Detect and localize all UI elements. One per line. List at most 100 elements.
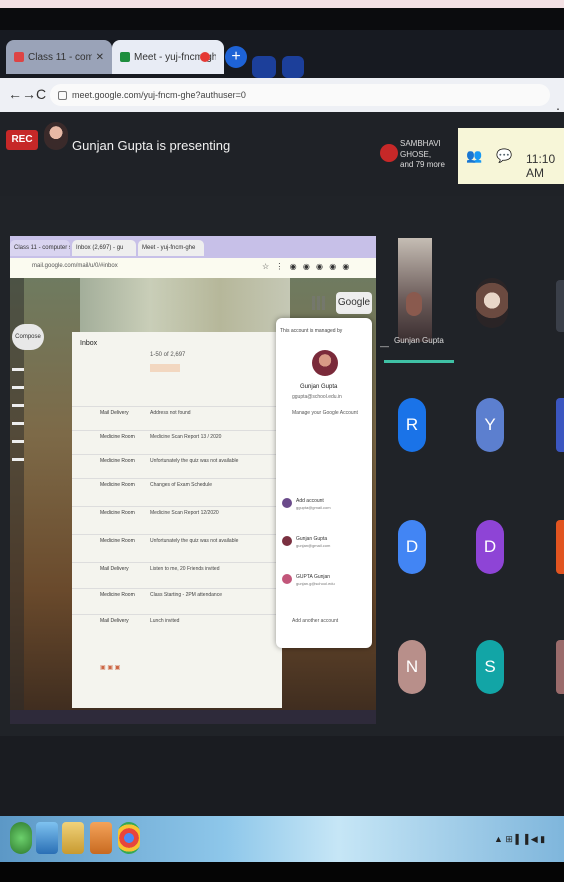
mail-divider [72,454,282,455]
email-count: 1-50 of 2,697 [150,352,186,358]
account-entry: Gunjan Gupta gunjan@gmail.com [282,536,368,550]
account-name: Gunjan Gupta [300,384,338,390]
os-taskbar [0,816,564,862]
mail-snippet: Address not found [150,410,191,416]
mail-sender: Medicine Room [100,592,135,598]
forward-icon[interactable]: → [22,86,36,102]
presenter-avatar [44,122,68,150]
photo-bottom-edge [0,862,564,882]
mail-sender: Medicine Room [100,482,135,488]
internet-explorer-icon[interactable] [36,822,58,854]
account-entry-avatar [282,536,292,546]
apps-grid-icon [312,296,326,310]
tile-dash: — [380,341,389,351]
mail-sender: Mail Delivery [100,410,129,416]
account-entry-avatar [282,498,292,508]
participant-photo-avatar[interactable] [476,278,508,328]
participant-avatar[interactable]: R [398,398,426,452]
compose-button: Compose [12,324,44,350]
account-managed-text: This account is managed by [280,328,343,334]
participant-name: Gunjan Gupta [394,336,444,345]
close-icon[interactable]: ✕ [96,52,104,63]
mail-divider [72,534,282,535]
back-icon[interactable]: ← [8,86,22,102]
mail-snippet: Listen to me, 20 Friends invited [150,566,220,572]
lock-icon [58,90,67,100]
participant-avatar[interactable]: N [398,640,426,694]
account-entry-mail: gunjan@gmail.com [296,543,331,548]
account-entry-mail: ggupta@gmail.com [296,505,331,510]
shared-tab: Inbox (2,697) - gu [72,240,136,256]
mail-snippet: Medicine Scan Report 12/2020 [150,510,219,516]
account-entry-name: Gunjan Gupta [296,536,328,542]
account-entry: Add account ggupta@gmail.com [282,498,368,512]
mail-divider [72,562,282,563]
mail-snippet: Lunch invited [150,618,180,624]
participant-video-tile[interactable] [398,238,432,342]
mail-sender: Medicine Room [100,458,135,464]
rail-item [12,422,24,425]
mail-divider [72,506,282,507]
start-icon[interactable] [10,822,32,854]
url-input[interactable]: meet.google.com/yuj-fncm-ghe?authuser=0 [50,84,550,106]
partial-participant-tile[interactable] [556,520,564,574]
email-chip [150,364,180,372]
attachment-icons: ▣ ▣ ▣ [100,665,121,671]
participant-avatar[interactable]: Y [476,398,504,452]
mail-snippet: Unfortunately the quiz was not available [150,458,239,464]
meet-bottom-area [0,736,564,816]
partial-participant-tile[interactable] [556,398,564,452]
tab-label: Class 11 - computer sc... [28,51,92,63]
participant-avatar[interactable]: D [398,520,426,574]
clock: 11:10 AM [526,152,556,180]
new-tab-button[interactable]: + [225,46,247,68]
recording-badge: REC [6,130,38,150]
mail-sender: Medicine Room [100,510,135,516]
mail-snippet: Changes of Exam Schedule [150,482,212,488]
shared-tab: Meet - yuj-fncm-ghe [138,240,204,256]
rail-item [12,368,24,371]
shared-tab: Class 11 - computer sc [10,240,70,256]
folder-icon[interactable] [62,822,84,854]
mail-sender: Mail Delivery [100,566,129,572]
participant-avatar[interactable]: S [476,640,504,694]
account-avatar [312,350,338,376]
viewer-avatar [380,144,398,162]
rail-item [12,404,24,407]
account-entry-mail: gunjan.g@school.edu [296,581,335,586]
url-text: meet.google.com/yuj-fncm-ghe?authuser=0 [72,90,246,100]
media-player-icon[interactable] [90,822,112,854]
email-list-header: Inbox [80,340,98,347]
chat-icon[interactable]: 💬 [496,148,512,164]
shared-background-trees [80,278,290,338]
account-entry-name: GUPTA Gunjan [296,574,331,580]
system-tray[interactable]: ▲ ⊞ ▌▐ ◀ ▮ [494,834,545,845]
chrome-icon[interactable] [118,822,140,854]
mail-snippet: Unfortunately the quiz was not available [150,538,239,544]
shared-url: mail.google.com/mail/u/0/#inbox [32,263,118,269]
participant-avatar[interactable]: D [476,520,504,574]
account-entry-name: Add account [296,498,324,504]
mail-snippet: Class Starting - 2PM attendance [150,592,222,598]
photo-top-strip [0,0,564,8]
blurred-tab-icon [282,56,304,78]
account-email: ggupta@school.edu.in [292,394,342,400]
rail-item [12,458,24,461]
partial-participant-tile[interactable] [556,280,564,332]
mail-divider [72,406,282,407]
account-entry: GUPTA Gunjan gunjan.g@school.edu [282,574,368,588]
manage-account-button: Manage your Google Account [292,410,358,416]
rail-item [12,386,24,389]
blurred-tab-icon [252,56,276,78]
reload-icon[interactable]: C [36,86,46,102]
browser-tab-1[interactable]: Class 11 - computer sc... ✕ [6,40,112,74]
participant-face [406,292,422,316]
people-icon[interactable]: 👥 [466,148,482,164]
mail-sender: Medicine Room [100,434,135,440]
mail-divider [72,588,282,589]
partial-participant-tile[interactable] [556,640,564,694]
meet-favicon-icon [120,52,130,62]
mail-divider [72,430,282,431]
email-list-panel [72,332,282,708]
viewers-names: SAMBHAVI GHOSE, [400,139,441,159]
